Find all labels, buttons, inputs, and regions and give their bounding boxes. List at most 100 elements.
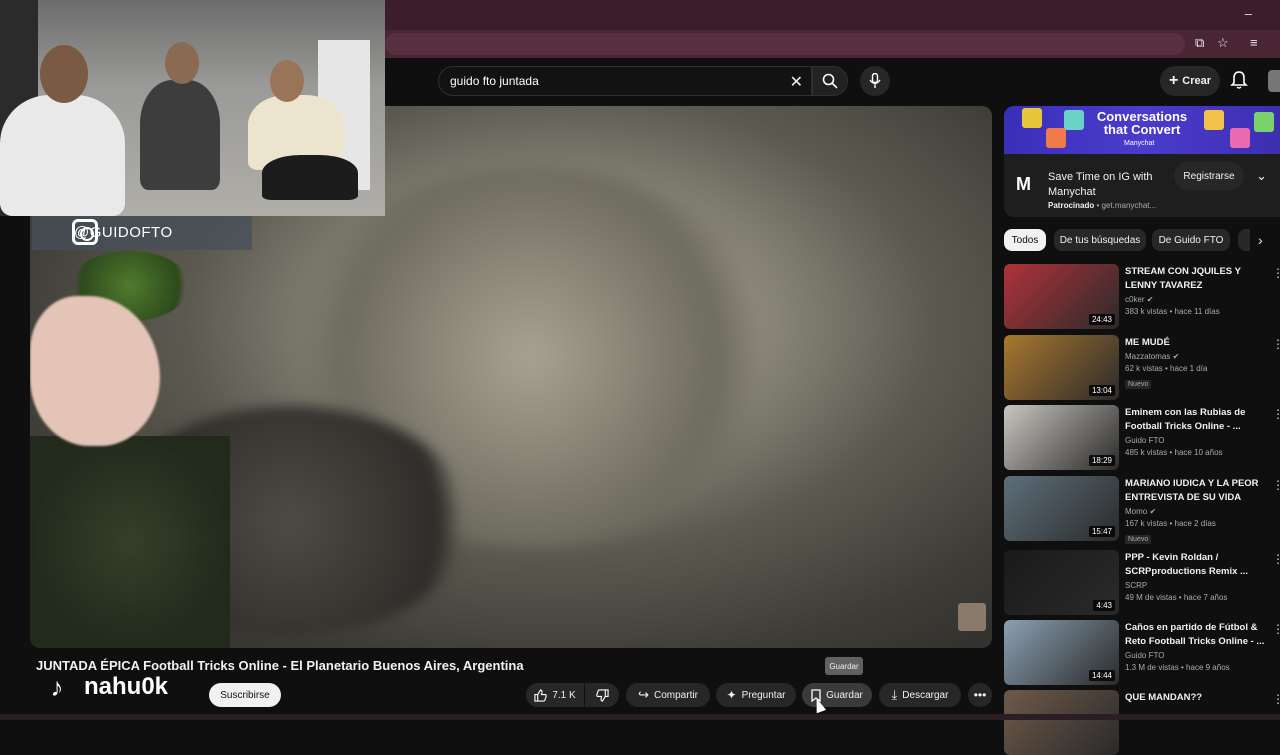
share-label: Compartir [654, 689, 698, 701]
duration-badge: 4:43 [1093, 600, 1115, 611]
recommendation-info: Eminem con las Rubias de Football Tricks… [1125, 406, 1265, 457]
save-label: Guardar [826, 689, 863, 701]
search-input[interactable]: guido fto juntada ✕ [438, 66, 812, 96]
ad-domain: get.manychat... [1101, 201, 1157, 210]
chevron-down-icon[interactable]: ⌄ [1256, 168, 1267, 184]
ad-banner-brand: Manychat [1124, 140, 1155, 147]
ask-button[interactable]: ✦ Preguntar [716, 683, 796, 707]
recommendation-thumbnail[interactable]: 24:43 [1004, 264, 1119, 329]
webcam-head-middle [165, 42, 199, 84]
webcam-person-middle [140, 80, 220, 190]
search-icon [822, 73, 838, 89]
more-vertical-icon[interactable]: ⋮ [1272, 407, 1280, 421]
instagram-overlay: @GUIDOFTO [32, 214, 252, 250]
create-button[interactable]: + Crear [1160, 66, 1220, 96]
screenshot-icon[interactable]: ⧉ [1195, 35, 1204, 51]
recommendation-channel[interactable]: Momo ✔ [1125, 507, 1265, 516]
like-count: 7.1 K [552, 689, 576, 701]
recommendation-thumbnail[interactable]: 13:04 [1004, 335, 1119, 400]
new-badge: Nuevo [1125, 380, 1152, 389]
recommendation-item[interactable]: 14:44 Caños en partido de Fútbol & Reto … [1004, 620, 1280, 688]
chip-searches[interactable]: De tus búsquedas [1054, 229, 1146, 251]
recommendation-thumbnail[interactable]: 18:29 [1004, 405, 1119, 470]
chip-all[interactable]: Todos [1004, 229, 1046, 251]
account-avatar[interactable] [1268, 70, 1280, 92]
ad-banner-tile [1022, 108, 1042, 128]
like-button[interactable]: 7.1 K [526, 683, 584, 707]
recommendation-channel[interactable]: Guido FTO [1125, 436, 1265, 445]
recommendation-item[interactable]: QUE MANDAN?? ⋮ [1004, 690, 1280, 755]
channel-watermark[interactable] [958, 603, 986, 631]
recommendation-thumbnail[interactable]: 4:43 [1004, 550, 1119, 615]
chip-channel[interactable]: De Guido FTO [1152, 229, 1230, 251]
more-horizontal-icon: ••• [973, 688, 987, 702]
recommendation-channel[interactable]: c0ker ✔ [1125, 295, 1265, 304]
register-button[interactable]: Registrarse [1174, 162, 1244, 190]
recommendation-stats: 49 M de vistas • hace 7 años [1125, 593, 1228, 602]
recommendation-channel[interactable]: SCRP [1125, 581, 1265, 590]
share-icon: ↪ [638, 687, 649, 702]
ad-banner-tile [1230, 128, 1250, 148]
more-vertical-icon[interactable]: ⋮ [1272, 622, 1280, 636]
filter-chips: Todos De tus búsquedas De Guido FTO › [1004, 229, 1280, 251]
ad-banner[interactable]: Conversations that Convert Manychat [1004, 106, 1280, 154]
minimize-button[interactable]: – [1245, 6, 1252, 21]
search-button[interactable] [812, 66, 848, 96]
download-button[interactable]: ⤓ Descargar [879, 683, 961, 707]
recommendation-stats: 167 k vistas • hace 2 días [1125, 519, 1216, 528]
dislike-button[interactable] [585, 683, 619, 707]
star-icon[interactable]: ☆ [1217, 35, 1229, 51]
clear-search-icon[interactable]: ✕ [790, 72, 803, 92]
instagram-icon [72, 219, 98, 245]
voice-search-button[interactable] [860, 66, 890, 96]
recommendation-channel[interactable]: Mazzatomas ✔ [1125, 352, 1265, 361]
tiktok-handle: nahu0k [84, 673, 169, 700]
ad-meta: Patrocinado • get.manychat... [1048, 201, 1156, 210]
more-vertical-icon[interactable]: ⋮ [1272, 266, 1280, 280]
recommendation-item[interactable]: 13:04 ME MUDÉ Mazzatomas ✔ 62 k vistas •… [1004, 335, 1280, 403]
recommendation-stats: 62 k vistas • hace 1 día [1125, 364, 1208, 373]
webcam-shorts-right [262, 155, 358, 200]
webcam-person-left [0, 95, 125, 216]
recommendation-title[interactable]: Eminem con las Rubias de Football Tricks… [1125, 406, 1265, 434]
recommendation-thumbnail[interactable]: 14:44 [1004, 620, 1119, 685]
recommendation-thumbnail[interactable]: 15:47 [1004, 476, 1119, 541]
recommendation-title[interactable]: STREAM CON JQUILES Y LENNY TAVAREZ [1125, 265, 1265, 293]
webcam-head-right [270, 60, 304, 102]
recommendation-title[interactable]: ME MUDÉ [1125, 336, 1265, 350]
url-field[interactable] [385, 33, 1185, 55]
recommendation-channel[interactable]: Guido FTO [1125, 651, 1265, 660]
recommendation-stats: 1.3 M de vistas • hace 9 años [1125, 663, 1230, 672]
chevron-right-icon[interactable]: › [1258, 232, 1263, 248]
plus-icon: + [1168, 72, 1179, 89]
subscribe-button[interactable]: Suscribirse [209, 683, 281, 707]
recommendation-item[interactable]: 15:47 MARIANO IUDICA Y LA PEOR ENTREVIST… [1004, 476, 1280, 544]
recommendation-info: MARIANO IUDICA Y LA PEOR ENTREVISTA DE S… [1125, 477, 1265, 546]
playlist-icon[interactable]: ≡ [1250, 35, 1258, 50]
recommendation-title[interactable]: Caños en partido de Fútbol & Reto Footba… [1125, 621, 1265, 649]
recommendation-title[interactable]: PPP - Kevin Roldan / SCRPproductions Rem… [1125, 551, 1265, 579]
download-label: Descargar [902, 689, 949, 701]
recommendation-title[interactable]: QUE MANDAN?? [1125, 691, 1265, 705]
recommendation-title[interactable]: MARIANO IUDICA Y LA PEOR ENTREVISTA DE S… [1125, 477, 1265, 505]
notifications-bell-icon[interactable] [1230, 70, 1248, 90]
recommendation-info: Caños en partido de Fútbol & Reto Footba… [1125, 621, 1265, 672]
more-vertical-icon[interactable]: ⋮ [1272, 552, 1280, 566]
webcam-overlay [0, 0, 385, 216]
ad-title[interactable]: Save Time on IG with Manychat [1048, 170, 1178, 200]
chip-overflow[interactable] [1238, 229, 1250, 251]
sponsored-ad-card[interactable]: Conversations that Convert Manychat M Sa… [1004, 106, 1280, 217]
video-frame-grass [30, 436, 230, 648]
recommendation-item[interactable]: 4:43 PPP - Kevin Roldan / SCRPproduction… [1004, 550, 1280, 618]
more-actions-button[interactable]: ••• [968, 683, 992, 707]
recommendation-stats: 383 k vistas • hace 11 días [1125, 307, 1220, 316]
more-vertical-icon[interactable]: ⋮ [1272, 692, 1280, 706]
thumbs-down-icon [595, 688, 609, 702]
more-vertical-icon[interactable]: ⋮ [1272, 478, 1280, 492]
share-button[interactable]: ↪ Compartir [626, 683, 710, 707]
recommendation-thumbnail[interactable] [1004, 690, 1119, 755]
more-vertical-icon[interactable]: ⋮ [1272, 337, 1280, 351]
ad-banner-tile [1064, 110, 1084, 130]
recommendation-item[interactable]: 18:29 Eminem con las Rubias de Football … [1004, 405, 1280, 473]
recommendation-item[interactable]: 24:43 STREAM CON JQUILES Y LENNY TAVAREZ… [1004, 264, 1280, 332]
